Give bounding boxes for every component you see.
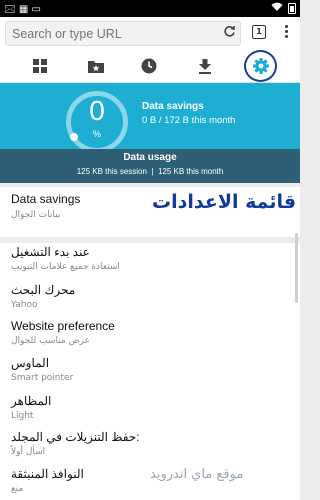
history-clock-icon[interactable] (134, 49, 164, 83)
setting-title: المظاهر (11, 394, 52, 408)
tab-switcher-button[interactable]: 1 (252, 25, 266, 39)
setting-theme[interactable]: المظاهر Light (0, 394, 300, 424)
setting-download-folder[interactable]: حفظ التنزيلات في المجلد: اسأل أولاً (0, 430, 300, 460)
setting-mouse[interactable]: الماوس Smart pointer (0, 356, 300, 386)
setting-title: محرك البحث (11, 283, 76, 297)
savings-percent-symbol: % (92, 129, 101, 139)
status-bar: 🖂 ▦ ▭ (0, 0, 300, 17)
savings-value: 0 B / 172 B this month (142, 115, 236, 126)
savings-percent: 0 (89, 95, 105, 126)
setting-subtitle: استعادة جميع علامات التبويب (11, 262, 120, 272)
browser-toolbar: 1 (0, 17, 300, 49)
section-divider (0, 237, 300, 243)
setting-subtitle: اسأل أولاً (11, 447, 46, 457)
annotation-title: قائمة الاعدادات (152, 191, 297, 213)
reload-icon[interactable] (223, 25, 236, 42)
data-savings-panel: 0 % Data savings 0 B / 172 B this month … (0, 83, 300, 183)
setting-search-engine[interactable]: محرك البحث Yahoo (0, 283, 300, 313)
setting-website-preference[interactable]: Website preference عرض مناسب للجوال (0, 319, 300, 349)
setting-title: Website preference (11, 319, 115, 333)
setting-title: عند بدء التشغيل (11, 245, 90, 259)
grid-icon[interactable] (25, 49, 55, 83)
settings-gear-icon[interactable] (246, 49, 276, 83)
savings-title: Data savings (142, 101, 204, 112)
download-icon[interactable] (190, 49, 220, 83)
data-usage-strip: Data usage 125 KB this session | 125 KB … (0, 149, 300, 183)
quick-access-bar (0, 49, 300, 83)
url-bar[interactable] (5, 21, 241, 46)
setting-subtitle: Light (11, 411, 34, 421)
setting-subtitle: بيانات الجوال (11, 210, 61, 220)
usage-title: Data usage (123, 152, 177, 163)
usage-separator: | (151, 167, 154, 176)
scrollbar-thumb[interactable] (295, 233, 298, 303)
setting-subtitle: Yahoo (11, 300, 38, 310)
setting-title: النوافذ المنبثقة (11, 467, 84, 481)
battery-icon (288, 3, 296, 14)
setting-on-startup[interactable]: عند بدء التشغيل استعادة جميع علامات التب… (0, 245, 300, 275)
setting-title: حفظ التنزيلات في المجلد: (11, 430, 140, 444)
usage-details: 125 KB this session | 125 KB this month (0, 167, 300, 176)
setting-subtitle: Smart pointer (11, 373, 74, 383)
usage-month: 125 KB this month (157, 167, 224, 176)
setting-subtitle: منع (11, 484, 24, 494)
wifi-icon (271, 2, 283, 15)
setting-title: الماوس (11, 356, 50, 370)
more-vert-icon[interactable] (281, 23, 291, 43)
watermark: موقع ماي اندرويد (150, 467, 244, 482)
setting-title: Data savings (11, 192, 81, 206)
bookmarks-folder-icon[interactable] (81, 49, 111, 83)
usage-session: 125 KB this session (76, 167, 147, 176)
url-input[interactable] (12, 25, 212, 43)
setting-subtitle: عرض مناسب للجوال (11, 336, 90, 346)
status-icons (271, 2, 296, 15)
